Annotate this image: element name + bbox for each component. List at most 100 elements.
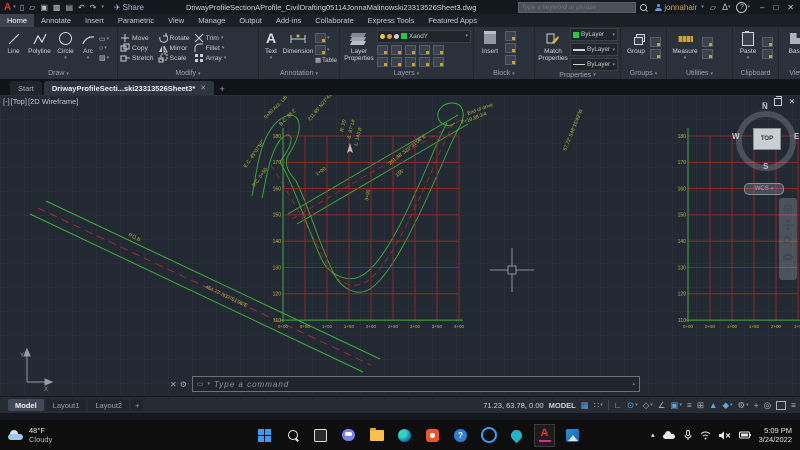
block-tool-icon[interactable] [505,55,516,65]
layer-tool-icon[interactable] [377,57,388,67]
weather-widget[interactable]: 48°F Cloudy [8,426,52,444]
object-color-dropdown[interactable]: ByLayer▾ [570,28,618,41]
steering-wheel-icon[interactable] [783,204,793,214]
user-menu-chevron-icon[interactable]: ▾ [701,4,704,10]
panel-label-groups[interactable]: Groups▾ [621,68,666,79]
panel-label-utilities[interactable]: Utilities▾ [667,68,732,79]
tab-annotate[interactable]: Annotate [34,14,78,27]
tab-output[interactable]: Output [232,14,269,27]
trim-button[interactable]: Trim▾ [194,33,227,43]
save-icon[interactable]: ▣ [40,3,48,12]
polar-tracking-toggle[interactable]: ⊙▾ [627,400,638,411]
hatch-tool-icon[interactable]: ▨ [99,54,106,62]
tab-featured-apps[interactable]: Featured Apps [421,14,484,27]
maximize-button[interactable]: □ [773,3,778,12]
view-cube[interactable]: N W E S TOP WCS▾ [731,103,800,203]
tab-insert[interactable]: Insert [78,14,111,27]
ungroup-icon[interactable] [650,37,661,47]
dimension-button[interactable]: Dimension [282,28,314,68]
navigation-bar[interactable]: ▾ [779,198,797,280]
arc-chevron-icon[interactable]: ▾ [87,55,90,62]
share-button[interactable]: ✈ Share [114,3,144,12]
app-store-icon[interactable]: ▱ [710,3,716,12]
model-space-button[interactable]: MODEL [549,401,576,410]
viewport-view-control[interactable]: [Top] [11,97,27,106]
tab-collaborate[interactable]: Collaborate [308,14,360,27]
layer-tool-icon[interactable] [433,45,444,55]
autocad-logo-icon[interactable]: A [4,2,11,13]
panel-label-block[interactable]: Block▾ [474,68,534,79]
volume-muted-icon[interactable] [719,431,731,440]
arc-button[interactable]: Arc ▾ [78,28,98,68]
panel-label-layers[interactable]: Layers▾ [340,68,473,79]
open-file-icon[interactable]: ▱ [29,3,35,12]
viewcube-north[interactable]: N [762,102,768,111]
layout1-tab[interactable]: Layout1 [46,399,87,411]
linetype-dropdown[interactable]: ByLayer▾ [570,58,618,71]
block-tool-icon[interactable] [505,43,516,53]
hidden-icons-button[interactable]: ▴ [651,431,655,439]
layout2-tab[interactable]: Layout2 [88,399,129,411]
text-button[interactable]: A Text ▾ [261,28,281,68]
layer-tool-icon[interactable] [391,57,402,67]
move-button[interactable]: Move [120,33,154,43]
start-button[interactable] [254,424,275,446]
teams-chat-button[interactable] [338,424,359,446]
taskbar-search-button[interactable] [282,424,303,446]
customization-menu-button[interactable]: ≡ [791,400,796,410]
layer-color-swatch[interactable] [401,33,407,39]
qat-chevron-icon[interactable]: ▾ [101,4,104,10]
autodesk-chevron-icon[interactable]: ▾ [728,4,731,10]
task-view-button[interactable] [310,424,331,446]
object-snap-tracking-toggle[interactable]: ∠ [658,400,666,411]
help-icon[interactable]: ? [736,2,747,13]
layer-tool-icon[interactable] [377,45,388,55]
multileader-icon[interactable] [315,45,326,55]
cortana-button[interactable] [478,424,499,446]
layer-tool-icon[interactable] [419,45,430,55]
copy-clip-icon[interactable] [762,37,773,47]
mirror-button[interactable]: Mirror [158,43,190,53]
ortho-toggle[interactable]: ∟ [614,400,622,410]
clean-screen-button[interactable] [776,401,786,410]
search-input[interactable] [518,2,636,13]
customize-wrench-icon[interactable]: ⚙ [180,380,187,389]
panel-label-modify[interactable]: Modify▾ [118,68,258,79]
layer-tool-icon[interactable] [405,57,416,67]
drawing-tab[interactable]: DriwayProfileSecti...ski23313526Sheet3* … [44,81,214,95]
base-button[interactable]: Base [781,28,800,68]
ellipse-tool-icon[interactable]: ○ [99,45,103,52]
grid-display-toggle[interactable]: ▦ [581,400,589,411]
redo-icon[interactable]: ↷ [90,3,97,12]
isolate-objects-button[interactable]: ◎ [764,400,771,411]
rectangle-tool-icon[interactable]: ▭ [99,35,106,43]
layer-tool-icon[interactable] [433,57,444,67]
model-tab[interactable]: Model [8,399,44,411]
wcs-dropdown[interactable]: WCS▾ [744,183,784,195]
recent-commands-icon[interactable]: ▭ [197,380,204,388]
minimize-button[interactable]: – [760,3,764,12]
leader-icon[interactable] [315,33,326,43]
maps-pin-button[interactable] [506,424,527,446]
viewcube-west[interactable]: W [732,132,740,141]
viewport-visual-style-control[interactable]: [2D Wireframe] [28,97,78,106]
close-drawing-tab-icon[interactable]: ✕ [200,84,206,92]
help-chevron-icon[interactable]: ▾ [747,4,750,10]
drawing-area[interactable]: 1801701601501401301201100+000+501+001+50… [0,95,800,396]
microphone-icon[interactable] [684,430,692,440]
isodraft-toggle[interactable]: ◇▾ [643,400,653,411]
layer-freeze-icon[interactable] [387,34,392,39]
pan-icon[interactable] [783,220,793,230]
new-layout-button[interactable]: + [131,399,143,411]
annotation-monitor-button[interactable]: + [754,400,759,410]
file-explorer-button[interactable] [366,424,387,446]
panel-label-properties[interactable]: Properties▾ [535,71,620,79]
tab-express-tools[interactable]: Express Tools [361,14,422,27]
undo-icon[interactable]: ↶ [78,3,85,12]
circle-button[interactable]: Circle ▾ [54,28,77,68]
match-properties-button[interactable]: Match Properties [537,28,569,71]
signed-in-user[interactable]: jonnahair [664,3,697,12]
stretch-button[interactable]: Stretch [120,53,154,63]
office-button[interactable] [422,424,443,446]
clock-widget[interactable]: 5:09 PM 3/24/2022 [759,426,792,444]
